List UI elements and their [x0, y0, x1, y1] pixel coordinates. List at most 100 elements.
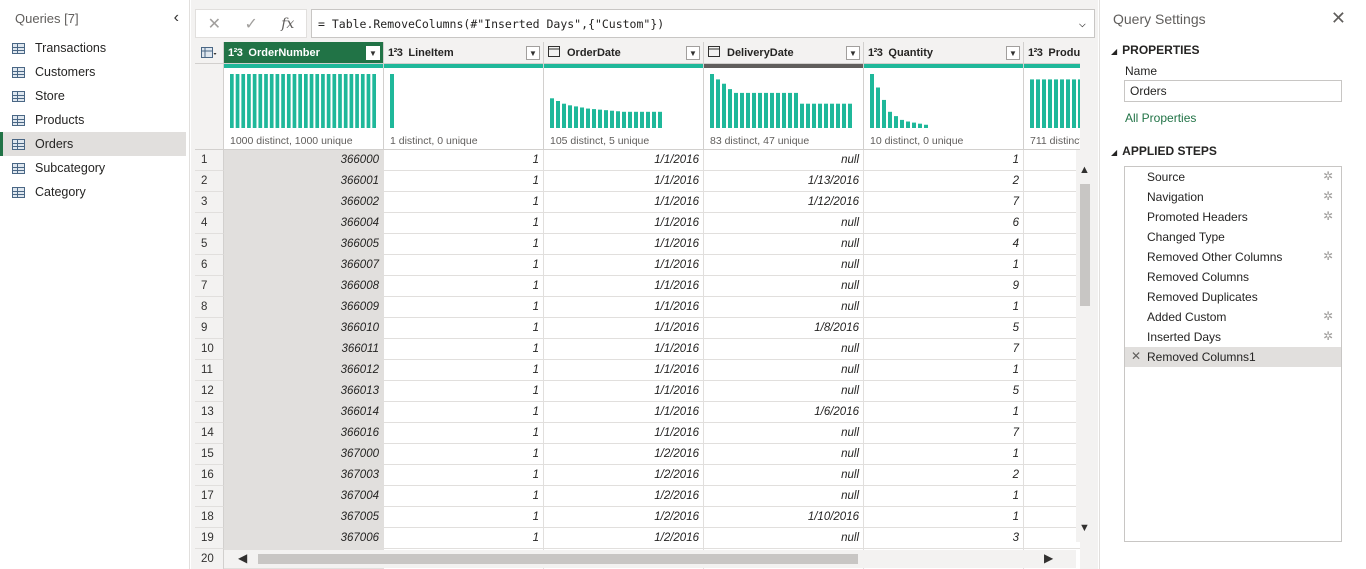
table-cell[interactable]: 1 — [384, 528, 544, 549]
table-cell[interactable]: 366004 — [224, 213, 384, 234]
scroll-right-icon[interactable]: ▶ — [1044, 551, 1053, 565]
table-cell[interactable] — [1024, 402, 1080, 423]
close-icon[interactable]: ✕ — [1331, 8, 1346, 29]
gear-icon[interactable]: ✲ — [1323, 249, 1333, 263]
row-number[interactable]: 3 — [195, 192, 224, 213]
table-cell[interactable]: null — [704, 423, 864, 444]
table-cell[interactable]: 366014 — [224, 402, 384, 423]
table-cell[interactable]: 1/1/2016 — [544, 150, 704, 171]
table-cell[interactable] — [1024, 255, 1080, 276]
table-cell[interactable]: 366008 — [224, 276, 384, 297]
table-cell[interactable]: 1 — [384, 213, 544, 234]
table-cell[interactable]: 1 — [384, 255, 544, 276]
table-cell[interactable]: 1/1/2016 — [544, 234, 704, 255]
applied-step-promoted-headers[interactable]: Promoted Headers ✲ — [1125, 207, 1341, 227]
table-cell[interactable]: null — [704, 339, 864, 360]
table-cell[interactable]: 1/1/2016 — [544, 297, 704, 318]
table-cell[interactable]: 1 — [384, 150, 544, 171]
table-cell[interactable]: 1 — [384, 318, 544, 339]
table-cell[interactable]: 1/1/2016 — [544, 402, 704, 423]
row-number[interactable]: 13 — [195, 402, 224, 423]
table-cell[interactable]: 366010 — [224, 318, 384, 339]
table-cell[interactable] — [1024, 276, 1080, 297]
row-number[interactable]: 16 — [195, 465, 224, 486]
table-cell[interactable]: 1 — [384, 192, 544, 213]
table-cell[interactable] — [1024, 297, 1080, 318]
table-cell[interactable]: 1 — [864, 360, 1024, 381]
collapse-triangle-icon[interactable]: ◢ — [1111, 148, 1117, 157]
column-header-ordernumber[interactable]: 1²3 OrderNumber ▼ — [224, 42, 384, 64]
all-properties-link[interactable]: All Properties — [1125, 111, 1196, 125]
date-type-icon[interactable] — [548, 45, 561, 60]
applied-step-source[interactable]: Source ✲ — [1125, 167, 1341, 187]
table-cell[interactable]: null — [704, 528, 864, 549]
row-number[interactable]: 14 — [195, 423, 224, 444]
table-cell[interactable]: 1/1/2016 — [544, 276, 704, 297]
delete-step-icon[interactable]: ✕ — [1131, 349, 1141, 363]
table-cell[interactable]: 3 — [864, 528, 1024, 549]
table-cell[interactable]: 1/8/2016 — [704, 318, 864, 339]
table-cell[interactable] — [1024, 444, 1080, 465]
table-cell[interactable]: 1/1/2016 — [544, 192, 704, 213]
filter-dropdown-icon[interactable]: ▼ — [1006, 46, 1020, 60]
table-cell[interactable]: 1 — [384, 171, 544, 192]
gear-icon[interactable]: ✲ — [1323, 189, 1333, 203]
table-cell[interactable]: 1 — [384, 297, 544, 318]
table-cell[interactable]: 2 — [864, 465, 1024, 486]
table-cell[interactable] — [1024, 486, 1080, 507]
table-cell[interactable]: null — [704, 486, 864, 507]
applied-step-added-custom[interactable]: Added Custom ✲ — [1125, 307, 1341, 327]
query-item-category[interactable]: Category — [0, 180, 189, 204]
check-icon[interactable]: ✓ — [244, 14, 257, 34]
horizontal-scrollbar[interactable]: ◀ ▶ — [224, 550, 1076, 568]
table-cell[interactable]: 1 — [384, 486, 544, 507]
table-cell[interactable]: 1 — [384, 444, 544, 465]
table-cell[interactable]: 2 — [864, 171, 1024, 192]
row-number[interactable]: 1 — [195, 150, 224, 171]
table-cell[interactable]: 6 — [864, 213, 1024, 234]
table-cell[interactable]: 1 — [384, 465, 544, 486]
row-number[interactable]: 9 — [195, 318, 224, 339]
row-number[interactable]: 18 — [195, 507, 224, 528]
table-cell[interactable] — [1024, 234, 1080, 255]
applied-step-changed-type[interactable]: Changed Type — [1125, 227, 1341, 247]
table-menu-icon[interactable] — [195, 42, 224, 64]
query-item-customers[interactable]: Customers — [0, 60, 189, 84]
table-cell[interactable]: 1 — [864, 402, 1024, 423]
row-number[interactable]: 15 — [195, 444, 224, 465]
table-cell[interactable]: null — [704, 255, 864, 276]
vertical-scroll-thumb[interactable] — [1080, 184, 1090, 306]
table-cell[interactable]: 1/1/2016 — [544, 318, 704, 339]
table-cell[interactable]: 1 — [384, 234, 544, 255]
table-cell[interactable]: null — [704, 276, 864, 297]
row-number[interactable]: 2 — [195, 171, 224, 192]
table-cell[interactable] — [1024, 339, 1080, 360]
table-cell[interactable]: 1/2/2016 — [544, 528, 704, 549]
table-cell[interactable]: null — [704, 465, 864, 486]
table-cell[interactable]: 1 — [864, 486, 1024, 507]
row-number[interactable]: 7 — [195, 276, 224, 297]
vertical-scrollbar[interactable]: ▲ ▼ — [1076, 150, 1094, 542]
table-cell[interactable]: 7 — [864, 339, 1024, 360]
table-cell[interactable]: 1/12/2016 — [704, 192, 864, 213]
gear-icon[interactable]: ✲ — [1323, 169, 1333, 183]
query-name-input[interactable]: Orders — [1124, 80, 1342, 102]
table-cell[interactable]: 1/13/2016 — [704, 171, 864, 192]
table-cell[interactable] — [1024, 528, 1080, 549]
table-cell[interactable]: 7 — [864, 423, 1024, 444]
table-cell[interactable]: 1/1/2016 — [544, 213, 704, 234]
collapse-icon[interactable]: ‹ — [174, 9, 179, 27]
table-cell[interactable]: null — [704, 150, 864, 171]
table-cell[interactable]: 9 — [864, 276, 1024, 297]
row-number[interactable]: 12 — [195, 381, 224, 402]
row-number[interactable]: 19 — [195, 528, 224, 549]
query-item-subcategory[interactable]: Subcategory — [0, 156, 189, 180]
date-type-icon[interactable] — [708, 45, 721, 60]
table-cell[interactable]: 1/10/2016 — [704, 507, 864, 528]
table-cell[interactable]: 1/1/2016 — [544, 360, 704, 381]
table-cell[interactable] — [1024, 150, 1080, 171]
applied-step-removed-other-columns[interactable]: Removed Other Columns ✲ — [1125, 247, 1341, 267]
table-cell[interactable]: 367004 — [224, 486, 384, 507]
table-cell[interactable]: 1 — [384, 507, 544, 528]
properties-section[interactable]: ◢ PROPERTIES — [1111, 43, 1200, 57]
